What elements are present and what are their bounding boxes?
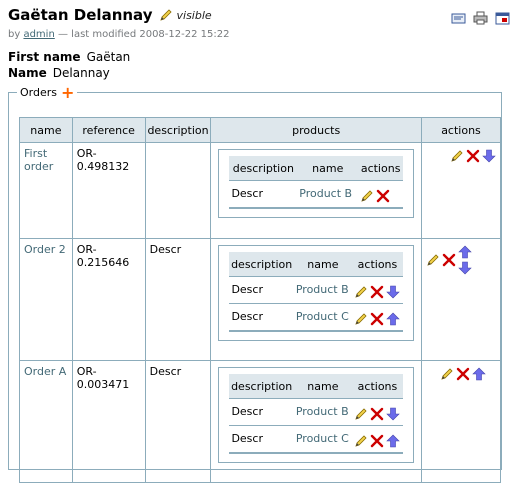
product-link[interactable]: Product C: [296, 432, 349, 445]
col-description: description: [144, 117, 212, 143]
products-box: description name actions Descr Product B: [218, 245, 414, 341]
page-title: Gaëtan Delannay visible: [8, 6, 212, 24]
products-box: description name actions Descr Product B: [218, 149, 414, 218]
product-row: Descr Product B: [229, 180, 403, 209]
delete-x-icon[interactable]: [456, 367, 470, 381]
first-name-value: Gaëtan: [86, 50, 131, 64]
col-name: name: [19, 117, 73, 143]
pencil-icon[interactable]: [426, 253, 440, 267]
col-actions: actions: [420, 117, 502, 143]
name-label: Name: [8, 66, 47, 80]
send-mail-icon[interactable]: [451, 11, 466, 25]
table-row: Order A OR-0.003471 Descr description nam…: [19, 360, 502, 483]
title-text: Gaëtan Delannay: [8, 6, 153, 24]
order-link[interactable]: Order 2: [24, 243, 66, 256]
arrow-down-icon[interactable]: [458, 261, 472, 275]
product-link[interactable]: Product C: [296, 310, 349, 323]
pencil-icon[interactable]: [354, 285, 368, 299]
product-link[interactable]: Product B: [296, 283, 349, 296]
pencil-icon[interactable]: [450, 149, 464, 163]
pencil-icon[interactable]: [159, 8, 173, 22]
order-reference: OR-0.215646: [71, 238, 146, 361]
orders-table: name reference description products acti…: [19, 117, 502, 483]
order-reference: OR-0.498132: [71, 142, 146, 239]
delete-x-icon[interactable]: [376, 189, 390, 203]
pencil-icon[interactable]: [354, 407, 368, 421]
arrow-up-icon[interactable]: [458, 245, 472, 259]
products-table: description name actions Descr Product B: [229, 374, 403, 454]
order-reference: OR-0.003471: [71, 360, 146, 483]
pencil-icon[interactable]: [440, 367, 454, 381]
products-box: description name actions Descr Product B: [218, 367, 414, 463]
delete-x-icon[interactable]: [370, 285, 384, 299]
name-value: Delannay: [52, 66, 110, 80]
state-label: visible: [176, 8, 212, 22]
order-link[interactable]: Order A: [24, 365, 66, 378]
delete-x-icon[interactable]: [370, 312, 384, 326]
fullscreen-icon[interactable]: [495, 11, 510, 25]
col-reference: reference: [71, 117, 146, 143]
orders-legend: Orders +: [20, 82, 75, 102]
pencil-icon[interactable]: [354, 312, 368, 326]
order-link[interactable]: First order: [24, 147, 53, 173]
product-row: Descr Product C: [229, 425, 403, 454]
name-field: Name Delannay: [8, 66, 110, 80]
pencil-icon[interactable]: [360, 189, 374, 203]
arrow-down-icon[interactable]: [386, 407, 400, 421]
products-table: description name actions Descr Product B: [229, 156, 403, 209]
arrow-up-icon[interactable]: [472, 367, 486, 381]
orders-fieldset: Orders + name reference description prod…: [8, 82, 502, 483]
first-name-field: First name Gaëtan: [8, 50, 130, 64]
table-row: First order OR-0.498132 description name a…: [19, 142, 502, 239]
document-actions: [451, 11, 510, 25]
plus-icon[interactable]: +: [61, 84, 74, 100]
order-description: Descr: [144, 360, 212, 483]
pencil-icon[interactable]: [354, 434, 368, 448]
delete-x-icon[interactable]: [466, 149, 480, 163]
table-row: Order 2 OR-0.215646 Descr description nam…: [19, 238, 502, 361]
product-row: Descr Product B: [229, 398, 403, 426]
author-link[interactable]: admin: [23, 29, 54, 40]
product-row: Descr Product C: [229, 303, 403, 332]
byline: by admin — last modified 2008-12-22 15:2…: [8, 29, 230, 40]
order-description: Descr: [144, 238, 212, 361]
arrow-down-icon[interactable]: [482, 149, 496, 163]
print-icon[interactable]: [473, 11, 488, 25]
products-table: description name actions Descr Product B: [229, 252, 403, 332]
delete-x-icon[interactable]: [370, 434, 384, 448]
product-link[interactable]: Product B: [296, 405, 349, 418]
delete-x-icon[interactable]: [442, 253, 456, 267]
product-link[interactable]: Product B: [299, 187, 352, 200]
arrow-down-icon[interactable]: [386, 285, 400, 299]
product-row: Descr Product B: [229, 276, 403, 304]
order-description: [144, 142, 212, 239]
first-name-label: First name: [8, 50, 81, 64]
arrow-up-icon[interactable]: [386, 434, 400, 448]
arrow-up-icon[interactable]: [386, 312, 400, 326]
col-products: products: [210, 117, 422, 143]
delete-x-icon[interactable]: [370, 407, 384, 421]
